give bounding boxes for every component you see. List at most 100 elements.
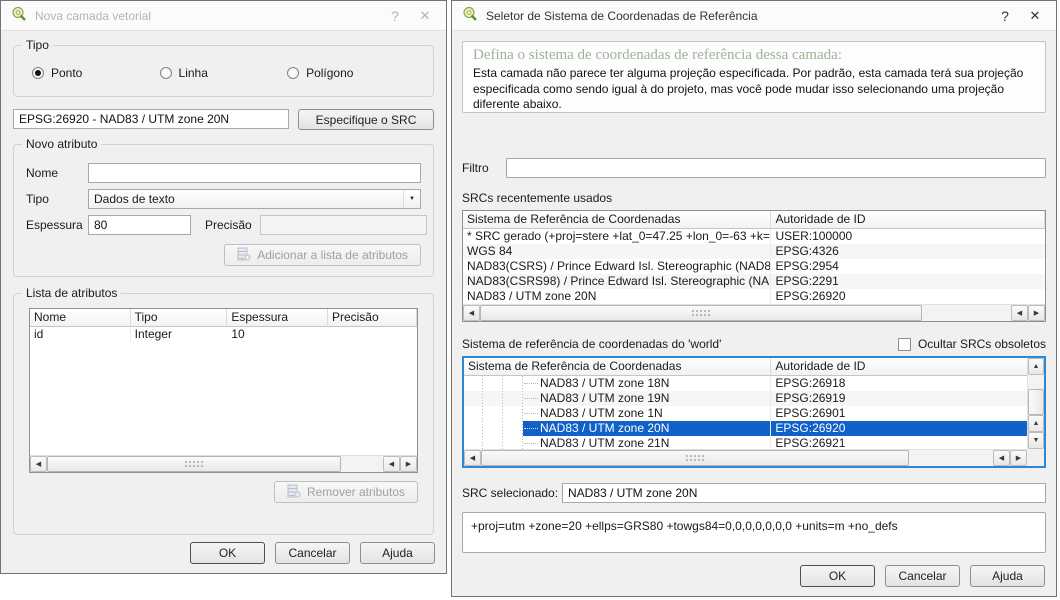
vertical-scrollbar[interactable]: ▲ ▲ ▼	[1027, 358, 1044, 449]
help-icon[interactable]: ?	[384, 8, 406, 24]
table-cell: EPSG:26920	[771, 421, 1044, 436]
recent-crs-row[interactable]: NAD83(CSRS) / Prince Edward Isl. Stereog…	[463, 259, 1045, 274]
selected-crs-label: SRC selecionado:	[462, 486, 562, 500]
selected-crs-input[interactable]	[562, 483, 1046, 503]
crs-info-banner: Defina o sistema de coordenadas de refer…	[462, 41, 1046, 113]
cancel-button[interactable]: Cancelar	[275, 542, 350, 564]
scrollbar-track[interactable]	[922, 305, 1011, 321]
proj4-definition: +proj=utm +zone=20 +ellps=GRS80 +towgs84…	[462, 512, 1046, 553]
column-header[interactable]: Espessura	[227, 309, 328, 327]
title-bar[interactable]: Nova camada vetorial ? ✕	[1, 1, 446, 31]
crs-input[interactable]	[13, 109, 289, 129]
world-crs-row[interactable]: NAD83 / UTM zone 18NEPSG:26918	[464, 376, 1044, 391]
column-header[interactable]: Sistema de Referência de Coordenadas	[464, 358, 771, 376]
radio-line-icon[interactable]	[160, 67, 172, 79]
scroll-right-icon[interactable]: ▶	[400, 456, 417, 472]
radio-point[interactable]: Ponto	[32, 66, 160, 80]
attribute-row[interactable]: idInteger10	[30, 327, 417, 342]
column-header[interactable]: Precisão	[328, 309, 417, 327]
horizontal-scrollbar[interactable]: ◀ ◀ ▶	[463, 304, 1045, 321]
table-cell	[328, 327, 417, 342]
attr-type-label: Tipo	[26, 192, 88, 206]
table-cell: EPSG:4326	[771, 244, 1045, 259]
table-cell: EPSG:2954	[771, 259, 1045, 274]
table-cell: NAD83 / UTM zone 20N	[464, 421, 771, 436]
column-header[interactable]: Autoridade de ID	[771, 211, 1045, 229]
banner-heading: Defina o sistema de coordenadas de refer…	[473, 47, 1035, 64]
ok-button[interactable]: OK	[190, 542, 265, 564]
scrollbar-thumb[interactable]	[481, 450, 909, 466]
cancel-button[interactable]: Cancelar	[885, 565, 960, 587]
help-button[interactable]: Ajuda	[970, 565, 1045, 587]
radio-polygon-label: Polígono	[306, 66, 353, 80]
attribute-list-groupbox: Lista de atributos NomeTipoEspessuraPrec…	[13, 293, 434, 535]
width-input[interactable]	[88, 215, 191, 235]
recent-crs-table: Sistema de Referência de CoordenadasAuto…	[462, 210, 1046, 322]
world-crs-row[interactable]: NAD83 / UTM zone 21NEPSG:26921	[464, 436, 1044, 449]
scrollbar-track[interactable]	[341, 456, 383, 472]
title-bar[interactable]: Seletor de Sistema de Coordenadas de Ref…	[452, 1, 1056, 31]
column-header[interactable]: Autoridade de ID	[771, 358, 1044, 376]
scroll-down-icon[interactable]: ▼	[1028, 432, 1044, 449]
scroll-up-icon[interactable]: ▲	[1028, 358, 1044, 375]
table-cell: EPSG:26901	[771, 406, 1044, 421]
scrollbar-thumb[interactable]	[480, 305, 922, 321]
close-icon[interactable]: ✕	[1024, 8, 1046, 24]
add-attribute-button: Adicionar a lista de atributos	[224, 244, 421, 266]
scrollbar-thumb[interactable]	[1028, 389, 1044, 415]
name-input[interactable]	[88, 163, 421, 183]
table-cell: EPSG:26921	[771, 436, 1044, 449]
scrollbar-track[interactable]	[909, 450, 993, 466]
column-header[interactable]: Nome	[30, 309, 131, 327]
radio-point-label: Ponto	[51, 66, 82, 80]
world-crs-row[interactable]: NAD83 / UTM zone 20NEPSG:26920	[464, 421, 1044, 436]
horizontal-scrollbar[interactable]: ◀ ◀ ▶	[464, 449, 1027, 466]
horizontal-scrollbar[interactable]: ◀ ◀ ▶	[30, 455, 417, 472]
precision-input	[260, 215, 427, 235]
ok-button[interactable]: OK	[800, 565, 875, 587]
scroll-right-icon[interactable]: ▶	[1010, 450, 1027, 466]
scroll-left-icon[interactable]: ◀	[993, 450, 1010, 466]
hide-obsolete-checkbox[interactable]	[898, 338, 911, 351]
radio-point-icon[interactable]	[32, 67, 44, 79]
table-cell: EPSG:2291	[771, 274, 1045, 289]
help-icon[interactable]: ?	[994, 8, 1016, 24]
world-crs-row[interactable]: NAD83 / UTM zone 19NEPSG:26919	[464, 391, 1044, 406]
crs-selector-dialog: Seletor de Sistema de Coordenadas de Ref…	[451, 0, 1057, 597]
chevron-down-icon[interactable]: ▼	[403, 190, 420, 208]
column-header[interactable]: Tipo	[131, 309, 228, 327]
recent-crs-row[interactable]: WGS 84EPSG:4326	[463, 244, 1045, 259]
width-label: Espessura	[26, 218, 88, 232]
specify-crs-button[interactable]: Especifique o SRC	[298, 109, 434, 130]
recent-crs-row[interactable]: NAD83(CSRS98) / Prince Edward Isl. Stere…	[463, 274, 1045, 289]
scroll-right-icon[interactable]: ▶	[1028, 305, 1045, 321]
close-icon[interactable]: ✕	[414, 8, 436, 24]
scroll-up-icon[interactable]: ▲	[1028, 415, 1044, 432]
attr-type-combobox[interactable]: Dados de texto ▼	[88, 189, 421, 209]
table-cell: * SRC gerado (+proj=stere +lat_0=47.25 +…	[463, 229, 771, 244]
remove-attributes-button: Remover atributos	[274, 481, 418, 503]
radio-line[interactable]: Linha	[160, 66, 288, 80]
column-header[interactable]: Sistema de Referência de Coordenadas	[463, 211, 771, 229]
scroll-left-icon[interactable]: ◀	[1011, 305, 1028, 321]
recent-crs-row[interactable]: * SRC gerado (+proj=stere +lat_0=47.25 +…	[463, 229, 1045, 244]
filter-label: Filtro	[462, 161, 506, 175]
radio-polygon-icon[interactable]	[287, 67, 299, 79]
world-crs-row[interactable]: NAD83 / UTM zone 1NEPSG:26901	[464, 406, 1044, 421]
radio-polygon[interactable]: Polígono	[287, 66, 415, 80]
filter-input[interactable]	[506, 158, 1046, 178]
scroll-left-icon[interactable]: ◀	[464, 450, 481, 466]
scrollbar-thumb[interactable]	[47, 456, 341, 472]
new-attribute-label: Novo atributo	[22, 137, 101, 151]
scroll-left-icon[interactable]: ◀	[463, 305, 480, 321]
attribute-table: NomeTipoEspessuraPrecisão idInteger10 ◀ …	[29, 308, 418, 473]
world-crs-label: Sistema de referência de coordenadas do …	[462, 337, 898, 351]
scrollbar-track[interactable]	[1028, 375, 1044, 389]
recent-crs-row[interactable]: NAD83 / UTM zone 20NEPSG:26920	[463, 289, 1045, 304]
type-groupbox: Tipo Ponto Linha Polígono	[13, 45, 434, 97]
help-button[interactable]: Ajuda	[360, 542, 435, 564]
remove-attributes-button-label: Remover atributos	[307, 485, 405, 499]
table-cell: NAD83(CSRS) / Prince Edward Isl. Stereog…	[463, 259, 771, 274]
scroll-left-icon[interactable]: ◀	[383, 456, 400, 472]
scroll-left-icon[interactable]: ◀	[30, 456, 47, 472]
